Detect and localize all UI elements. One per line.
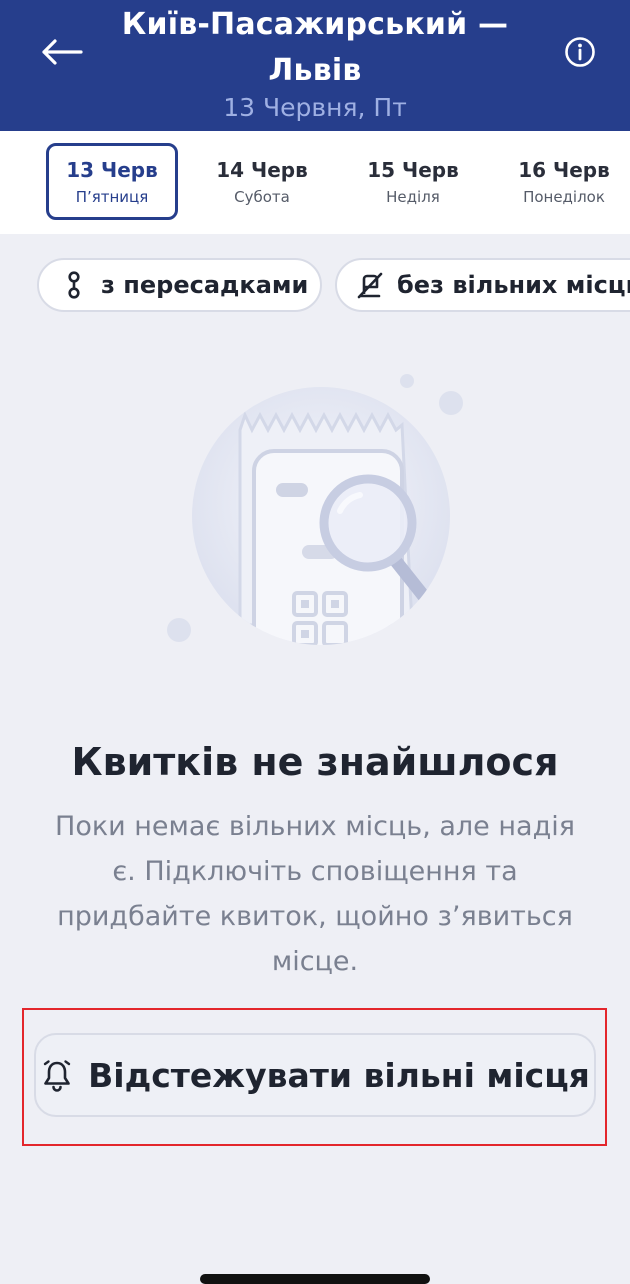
track-free-seats-button[interactable]: Відстежувати вільні місця [34,1033,596,1117]
date-selector: 13 Черв П’ятниця 14 Черв Субота 15 Черв … [0,131,630,234]
date-day: 13 Черв [66,158,158,182]
info-button[interactable] [556,28,604,76]
back-button[interactable] [36,28,88,76]
date-tab-14[interactable]: 14 Черв Субота [196,143,328,220]
date-day: 15 Черв [367,158,459,182]
empty-state-description: Поки немає вільних місць, але надія є. П… [55,811,575,977]
home-indicator [200,1274,430,1284]
no-seat-icon [355,270,385,300]
date-weekday: Субота [234,188,290,206]
date-tab-16[interactable]: 16 Черв Понеділок [498,143,630,220]
app-header: Київ-Пасажирський — Львів 13 Червня, Пт [0,0,630,131]
date-tab-15[interactable]: 15 Черв Неділя [347,143,479,220]
bell-icon [40,1058,74,1092]
no-tickets-illustration [150,365,480,665]
transfer-icon [59,270,89,300]
date-weekday: Понеділок [523,188,605,206]
date-weekday: Неділя [386,188,440,206]
track-button-label: Відстежувати вільні місця [88,1055,590,1095]
date-tab-13[interactable]: 13 Черв П’ятниця [46,143,178,220]
date-day: 16 Черв [518,158,610,182]
filter-no-free-seats[interactable]: без вільних місць [335,258,630,312]
filter-label: без вільних місць [397,271,630,299]
date-day: 14 Черв [216,158,308,182]
arrow-left-icon [42,39,83,65]
filter-chips: з пересадками без вільних місць [0,258,630,314]
empty-state-title: Квитків не знайшлося [71,740,559,784]
route-date: 13 Червня, Пт [223,93,407,122]
date-weekday: П’ятниця [75,188,149,206]
filter-label: з пересадками [101,271,309,299]
route-title: Київ-Пасажирський — Львів [121,7,509,88]
filter-with-transfers[interactable]: з пересадками [37,258,322,312]
info-icon [565,37,595,67]
